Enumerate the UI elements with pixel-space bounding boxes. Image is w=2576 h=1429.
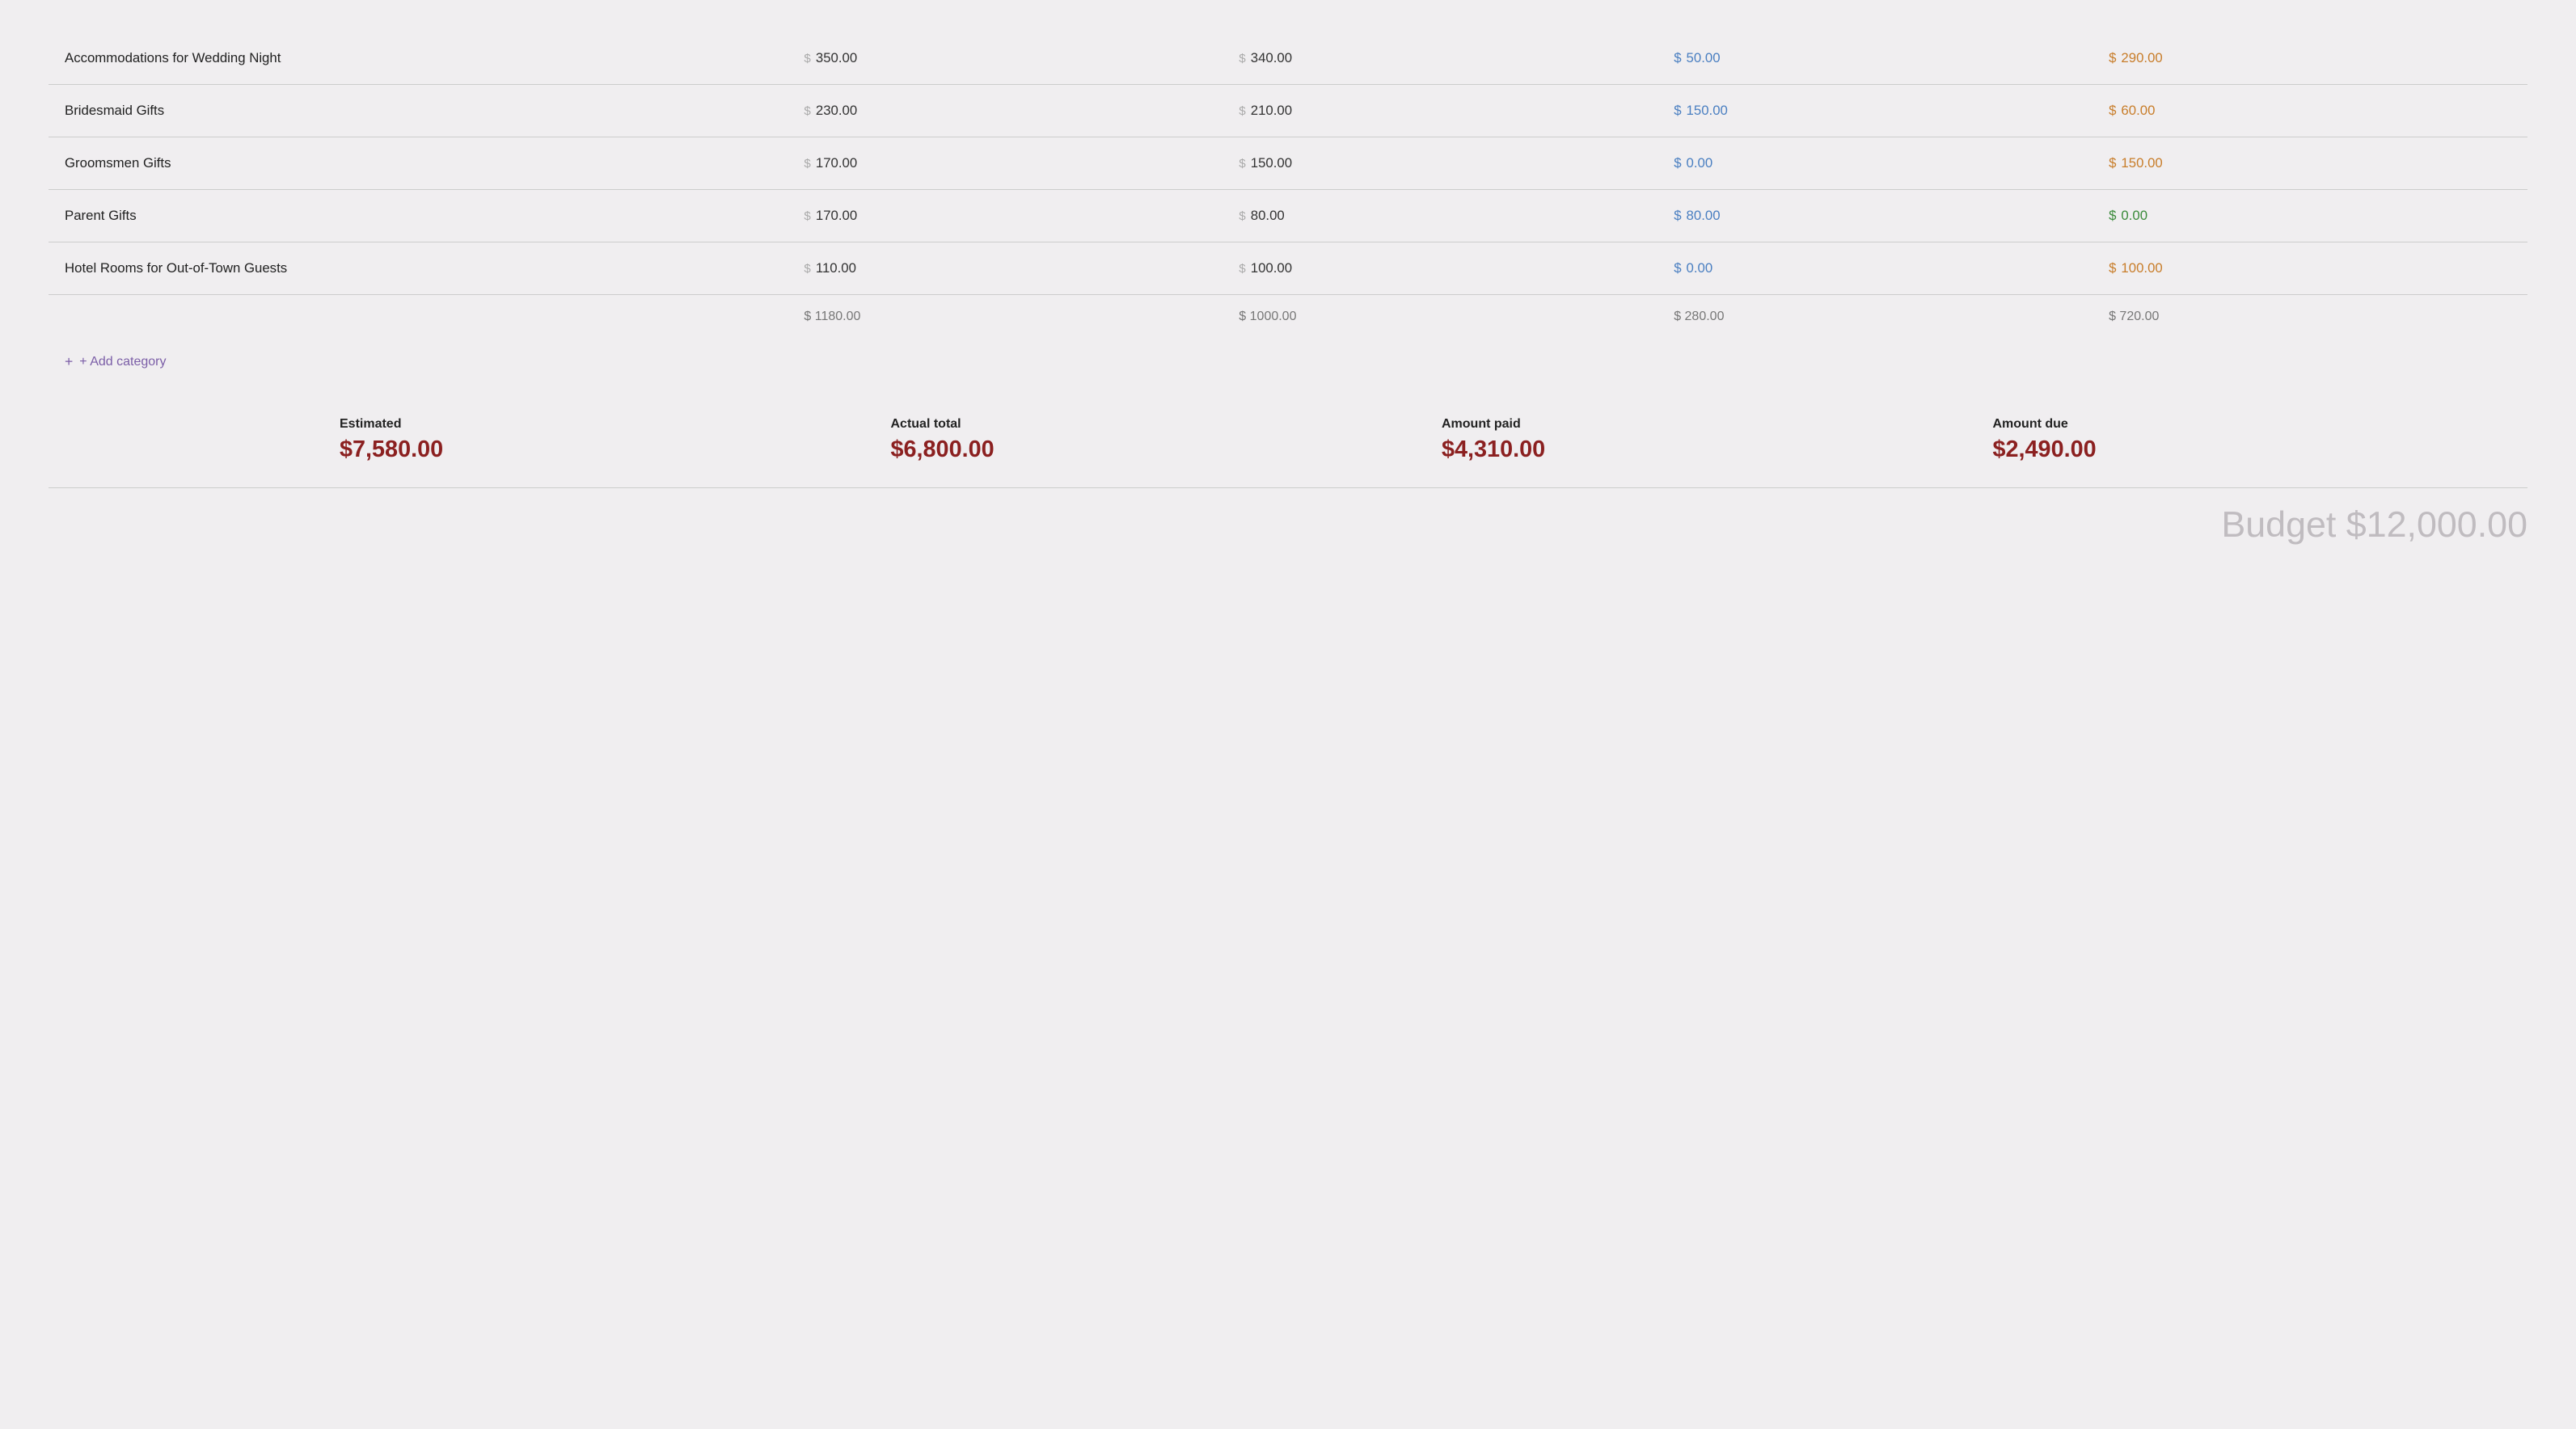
summary-due: Amount due $2,490.00 <box>1977 401 2528 471</box>
summary-spacer <box>49 401 323 471</box>
estimated-cell: $230.00 <box>788 85 1223 137</box>
category-name: Accommodations for Wedding Night <box>49 32 788 85</box>
estimated-value: 170.00 <box>816 155 857 171</box>
table-row: Bridesmaid Gifts $230.00 $210.00 $150.00… <box>49 85 2527 137</box>
paid-cell: $0.00 <box>1658 242 2092 295</box>
actual-value: 100.00 <box>1251 260 1292 276</box>
summary-actual-label: Actual total <box>891 417 1410 432</box>
due-value: 290.00 <box>2121 50 2162 65</box>
budget-total: Budget $12,000.00 <box>49 487 2527 546</box>
due-cell: $60.00 <box>2092 85 2527 137</box>
dollar-icon: $ <box>804 52 810 65</box>
dollar-icon: $ <box>2109 260 2116 276</box>
dollar-icon: $ <box>1674 50 1681 65</box>
dollar-icon: $ <box>1239 104 1245 118</box>
estimated-value: 110.00 <box>816 260 856 276</box>
category-name: Groomsmen Gifts <box>49 137 788 190</box>
actual-cell: $80.00 <box>1223 190 1658 242</box>
dollar-icon: $ <box>1239 157 1245 171</box>
dollar-icon: $ <box>804 262 810 276</box>
due-value: 100.00 <box>2121 260 2162 276</box>
table-row: Accommodations for Wedding Night $350.00… <box>49 32 2527 85</box>
estimated-cell: $110.00 <box>788 242 1223 295</box>
actual-cell: $150.00 <box>1223 137 1658 190</box>
estimated-value: 350.00 <box>816 50 857 65</box>
dollar-icon: $ <box>2109 155 2116 171</box>
summary-paid: Amount paid $4,310.00 <box>1425 401 1977 471</box>
summary-estimated: Estimated $7,580.00 <box>323 401 875 471</box>
dollar-icon: $ <box>1674 103 1681 118</box>
dollar-icon: $ <box>1239 262 1245 276</box>
add-category-row: + + Add category <box>49 339 2527 385</box>
summary-paid-value: $4,310.00 <box>1442 436 1961 463</box>
dollar-icon: $ <box>1239 52 1245 65</box>
estimated-cell: $170.00 <box>788 190 1223 242</box>
dollar-icon: $ <box>1674 155 1681 171</box>
summary-actual-value: $6,800.00 <box>891 436 1410 463</box>
paid-cell: $50.00 <box>1658 32 2092 85</box>
summary-section: Estimated $7,580.00 Actual total $6,800.… <box>49 401 2527 471</box>
estimated-value: 230.00 <box>816 103 857 118</box>
subtotals-row: $ 1180.00 $ 1000.00 $ 280.00 $ 720.00 <box>49 295 2527 339</box>
dollar-icon: $ <box>1239 209 1245 223</box>
dollar-icon: $ <box>2109 208 2116 223</box>
actual-value: 80.00 <box>1251 208 1285 223</box>
due-cell: $150.00 <box>2092 137 2527 190</box>
subtotal-paid: $ 280.00 <box>1658 295 2092 339</box>
dollar-icon: $ <box>804 209 810 223</box>
subtotal-actual: $ 1000.00 <box>1223 295 1658 339</box>
category-name: Bridesmaid Gifts <box>49 85 788 137</box>
estimated-value: 170.00 <box>816 208 857 223</box>
due-value: 60.00 <box>2121 103 2155 118</box>
dollar-icon: $ <box>2109 103 2116 118</box>
subtotal-estimated: $ 1180.00 <box>788 295 1223 339</box>
dollar-icon: $ <box>2109 50 2116 65</box>
due-cell: $290.00 <box>2092 32 2527 85</box>
dollar-icon: $ <box>804 157 810 171</box>
budget-table: Accommodations for Wedding Night $350.00… <box>49 32 2527 385</box>
paid-value: 0.00 <box>1687 155 1713 171</box>
table-row: Hotel Rooms for Out-of-Town Guests $110.… <box>49 242 2527 295</box>
dollar-icon: $ <box>1674 260 1681 276</box>
summary-actual: Actual total $6,800.00 <box>875 401 1426 471</box>
dollar-icon: $ <box>804 104 810 118</box>
summary-due-label: Amount due <box>1993 417 2512 432</box>
summary-estimated-value: $7,580.00 <box>340 436 859 463</box>
paid-value: 0.00 <box>1687 260 1713 276</box>
add-category-label: + Add category <box>79 355 166 369</box>
estimated-cell: $350.00 <box>788 32 1223 85</box>
summary-paid-label: Amount paid <box>1442 417 1961 432</box>
actual-value: 150.00 <box>1251 155 1292 171</box>
paid-value: 150.00 <box>1687 103 1728 118</box>
actual-cell: $210.00 <box>1223 85 1658 137</box>
paid-value: 80.00 <box>1687 208 1721 223</box>
dollar-icon: $ <box>1674 208 1681 223</box>
actual-cell: $100.00 <box>1223 242 1658 295</box>
summary-due-value: $2,490.00 <box>1993 436 2512 463</box>
paid-value: 50.00 <box>1687 50 1721 65</box>
summary-estimated-label: Estimated <box>340 417 859 432</box>
due-cell: $0.00 <box>2092 190 2527 242</box>
add-category-button[interactable]: + + Add category <box>65 353 166 370</box>
paid-cell: $150.00 <box>1658 85 2092 137</box>
actual-cell: $340.00 <box>1223 32 1658 85</box>
plus-icon: + <box>65 353 73 370</box>
due-value: 0.00 <box>2121 208 2147 223</box>
due-cell: $100.00 <box>2092 242 2527 295</box>
paid-cell: $80.00 <box>1658 190 2092 242</box>
due-value: 150.00 <box>2121 155 2162 171</box>
estimated-cell: $170.00 <box>788 137 1223 190</box>
actual-value: 340.00 <box>1251 50 1292 65</box>
table-row: Groomsmen Gifts $170.00 $150.00 $0.00 $1… <box>49 137 2527 190</box>
table-row: Parent Gifts $170.00 $80.00 $80.00 $0.00 <box>49 190 2527 242</box>
category-name: Parent Gifts <box>49 190 788 242</box>
subtotal-due: $ 720.00 <box>2092 295 2527 339</box>
paid-cell: $0.00 <box>1658 137 2092 190</box>
actual-value: 210.00 <box>1251 103 1292 118</box>
category-name: Hotel Rooms for Out-of-Town Guests <box>49 242 788 295</box>
